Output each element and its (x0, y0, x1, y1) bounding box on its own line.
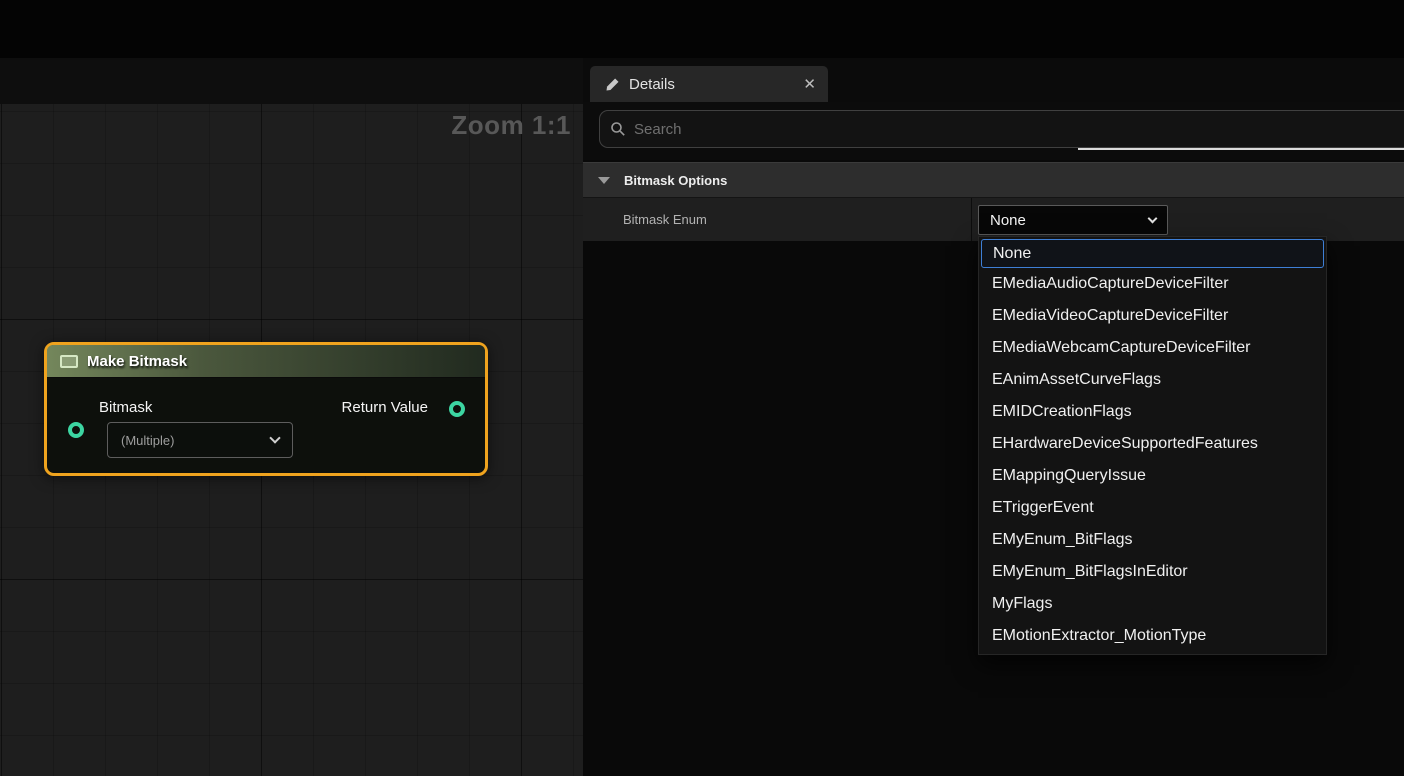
property-label: Bitmask Enum (623, 198, 707, 241)
bitmask-value-dropdown[interactable]: (Multiple) (107, 422, 293, 458)
graph-top-shade (0, 58, 583, 104)
property-row-bitmask-enum: Bitmask Enum None (583, 197, 1404, 241)
section-title: Bitmask Options (624, 173, 727, 188)
blueprint-graph-canvas[interactable]: Zoom 1:1 Make Bitmask Bitmask Return Val… (0, 58, 583, 776)
bitmask-input-pin[interactable] (68, 422, 84, 438)
node-title: Make Bitmask (87, 353, 187, 370)
node-header: Make Bitmask (47, 345, 485, 378)
caret-down-icon (598, 177, 610, 184)
details-tab-strip: Details ✕ (583, 58, 1404, 102)
input-pin-label: Bitmask (99, 399, 152, 416)
dropdown-item-none[interactable]: None (981, 239, 1324, 268)
search-box[interactable] (599, 110, 1404, 148)
search-underline (1078, 148, 1404, 150)
chevron-down-icon (269, 432, 280, 443)
dropdown-item[interactable]: EHardwareDeviceSupportedFeatures (981, 428, 1324, 460)
dropdown-item[interactable]: EMappingQueryIssue (981, 460, 1324, 492)
dropdown-item[interactable]: EMyEnum_BitFlags (981, 524, 1324, 556)
make-bitmask-node[interactable]: Make Bitmask Bitmask Return Value (Multi… (44, 342, 488, 476)
dropdown-item[interactable]: EMotionExtractor_MotionType (981, 620, 1324, 652)
pencil-icon (605, 77, 620, 92)
tab-details[interactable]: Details ✕ (590, 66, 828, 102)
close-icon[interactable]: ✕ (803, 75, 816, 93)
dropdown-item[interactable]: EMediaVideoCaptureDeviceFilter (981, 300, 1324, 332)
dropdown-item[interactable]: ETriggerEvent (981, 492, 1324, 524)
top-menu-bar (0, 0, 1404, 58)
tab-details-label: Details (629, 76, 675, 93)
combobox-value: None (990, 212, 1149, 229)
dropdown-item[interactable]: EMediaAudioCaptureDeviceFilter (981, 268, 1324, 300)
dropdown-item[interactable]: EMediaWebcamCaptureDeviceFilter (981, 332, 1324, 364)
make-bitmask-icon (60, 355, 78, 368)
search-icon (610, 121, 626, 137)
column-divider[interactable] (971, 198, 972, 241)
search-input[interactable] (634, 121, 1394, 138)
details-panel: Details ✕ Bitmask Options Bitmask Enum N… (583, 58, 1404, 776)
dropdown-item[interactable]: EMyEnum_BitFlagsInEditor (981, 556, 1324, 588)
return-value-output-pin[interactable] (449, 401, 465, 417)
bitmask-value-text: (Multiple) (121, 433, 271, 448)
output-pin-label: Return Value (342, 399, 428, 416)
zoom-level-label: Zoom 1:1 (451, 110, 571, 141)
section-bitmask-options[interactable]: Bitmask Options (583, 162, 1404, 197)
dropdown-item[interactable]: EMIDCreationFlags (981, 396, 1324, 428)
search-row (583, 102, 1404, 160)
bitmask-enum-combobox[interactable]: None (978, 205, 1168, 235)
dropdown-item[interactable]: EAnimAssetCurveFlags (981, 364, 1324, 396)
enum-dropdown-menu: None EMediaAudioCaptureDeviceFilter EMed… (978, 236, 1327, 655)
dropdown-item[interactable]: MyFlags (981, 588, 1324, 620)
chevron-down-icon (1148, 213, 1158, 223)
